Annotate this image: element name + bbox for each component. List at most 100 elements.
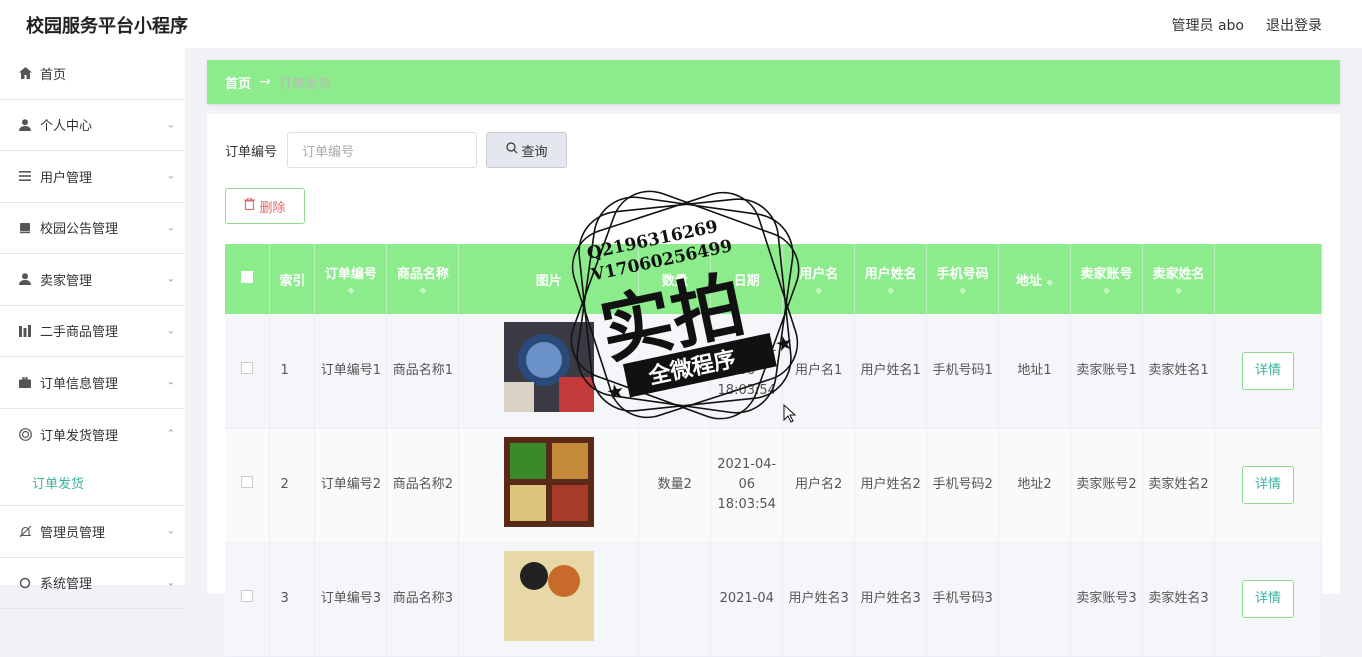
col-header-seller-account[interactable]: 卖家账号 ◆ [1070,244,1143,314]
sidebar-item-label: 卖家管理 [40,273,93,289]
cell-qty: 数量1 [638,314,712,429]
sidebar-item-admins[interactable]: 管理员管理 ⌄ [0,506,185,558]
sidebar-item-system[interactable]: 系统管理 ⌄ [0,558,185,609]
breadcrumb-separator: → [259,74,271,90]
breadcrumb-current: 订单发货 [278,76,331,92]
cell-order-no: 订单编号2 [314,428,388,543]
logout-link[interactable]: 退出登录 [1266,15,1322,35]
chevron-down-icon: ⌄ [166,525,175,537]
sidebar-item-home[interactable]: 首页 [0,48,185,100]
cell-goods: 商品名称3 [386,542,460,657]
top-right-actions: 管理员 abo 退出登录 [1172,15,1322,35]
col-header-actions [1214,244,1323,314]
cell-username: 用户姓名3 [782,542,856,657]
sidebar-item-label: 订单信息管理 [40,376,119,392]
user-icon [18,118,32,132]
sort-icon[interactable]: ◆ [315,286,386,296]
col-header-username[interactable]: 用户名 ◆ [782,244,856,314]
cell-phone: 手机号码3 [926,542,1000,657]
cell-image [458,542,640,657]
select-all-checkbox[interactable] [225,244,271,314]
detail-button[interactable]: 详情 [1241,351,1294,390]
col-label: 地址 [1015,273,1042,289]
home-icon [18,66,32,80]
mouse-cursor-icon [783,404,797,423]
col-header-address[interactable]: 地址 ◆ [998,244,1072,314]
product-image-bento [503,436,594,527]
col-label: 用户名 [799,266,839,282]
detail-button[interactable]: 详情 [1241,466,1294,504]
goods-icon [18,324,32,338]
cell-realname: 用户姓名2 [854,428,928,543]
bell-off-icon [18,524,32,538]
cell-index: 3 [269,542,316,657]
delete-button[interactable]: 删除 [225,188,305,224]
col-header-goods[interactable]: 商品名称 ◆ [386,244,460,314]
cell-phone: 手机号码2 [926,428,1000,543]
col-label: 订单编号 [324,266,377,282]
breadcrumb-home[interactable]: 首页 [225,73,251,92]
sidebar-item-label: 系统管理 [40,577,93,593]
sidebar-item-sellers[interactable]: 卖家管理 ⌄ [0,254,185,306]
sidebar-item-notices[interactable]: 校园公告管理 ⌄ [0,203,185,254]
sort-icon[interactable]: ◆ [927,286,998,296]
cell-realname: 用户姓名3 [854,542,928,657]
cell-index: 2 [269,428,316,543]
table-row: 2 订单编号2 商品名称2 数量2 2021-04-06 18:03:54 用户… [225,428,1323,543]
col-header-phone[interactable]: 手机号码 ◆ [926,244,1000,314]
sidebar-item-label: 二手商品管理 [40,325,119,341]
cell-phone: 手机号码1 [926,314,1000,429]
chevron-up-icon: ⌃ [166,428,175,440]
sidebar-item-profile[interactable]: 个人中心 ⌄ [0,100,185,151]
col-header-qty[interactable]: 数量 [638,244,712,314]
col-header-date[interactable]: 日期 [710,244,784,314]
cell-seller-account: 卖家账号3 [1070,542,1143,657]
col-header-order-no[interactable]: 订单编号 ◆ [314,244,388,314]
sort-icon[interactable]: ◆ [783,286,854,296]
sidebar-item-label: 用户管理 [40,170,93,186]
sidebar-item-label: 校园公告管理 [40,222,119,238]
search-input[interactable]: 订单编号 [287,132,478,168]
col-header-seller-name[interactable]: 卖家姓名 ◆ [1142,244,1215,314]
cell-index: 1 [269,314,316,429]
cell-address [998,542,1072,657]
main-area: 首页 → 订单发货 订单编号 订单编号 查询 删除 索引 订单编号 ◆ 商品名称 ◆ [207,60,1340,657]
cell-address: 地址1 [998,314,1072,429]
chevron-down-icon: ⌄ [166,222,175,234]
search-button[interactable]: 查询 [486,132,568,168]
search-button-label: 查询 [521,144,548,160]
cell-goods: 商品名称1 [386,314,460,429]
row-checkbox[interactable] [225,428,271,543]
cell-realname: 用户姓名1 [854,314,928,429]
row-checkbox[interactable] [225,542,271,657]
chevron-down-icon: ⌄ [166,119,175,131]
col-header-realname[interactable]: 用户姓名 ◆ [854,244,928,314]
detail-button[interactable]: 详情 [1241,580,1294,618]
briefcase-icon [18,375,32,389]
cell-actions: 详情 [1214,542,1323,657]
trash-icon [244,197,256,214]
sidebar-item-shipping[interactable]: 订单发货管理 ⌃ [0,409,185,461]
sort-icon[interactable]: ◆ [1071,286,1142,296]
cell-date: 2021-04-06 18:03:54 [710,428,784,543]
sort-icon[interactable]: ◆ [1143,286,1214,296]
sidebar-item-users[interactable]: 用户管理 ⌄ [0,151,185,203]
cell-seller-name: 卖家姓名1 [1142,314,1215,429]
product-image-food [503,550,594,641]
breadcrumb: 首页 → 订单发货 [207,60,1340,104]
current-user[interactable]: 管理员 abo [1172,15,1244,35]
cell-goods: 商品名称2 [386,428,460,543]
cell-image [458,428,640,543]
chevron-down-icon: ⌄ [166,325,175,337]
sort-icon[interactable]: ◆ [387,286,458,296]
sidebar-item-goods[interactable]: 二手商品管理 ⌄ [0,306,185,357]
sidebar-item-label: 个人中心 [40,119,93,135]
sidebar-subitem-shipping[interactable]: 订单发货 [0,460,185,506]
row-checkbox[interactable] [225,314,271,429]
notice-icon [18,221,32,235]
sort-icon[interactable]: ◆ [855,286,926,296]
search-icon [505,142,518,158]
chevron-down-icon: ⌄ [166,170,175,182]
sort-icon[interactable]: ◆ [1046,278,1053,288]
sidebar-item-orders[interactable]: 订单信息管理 ⌄ [0,357,185,409]
